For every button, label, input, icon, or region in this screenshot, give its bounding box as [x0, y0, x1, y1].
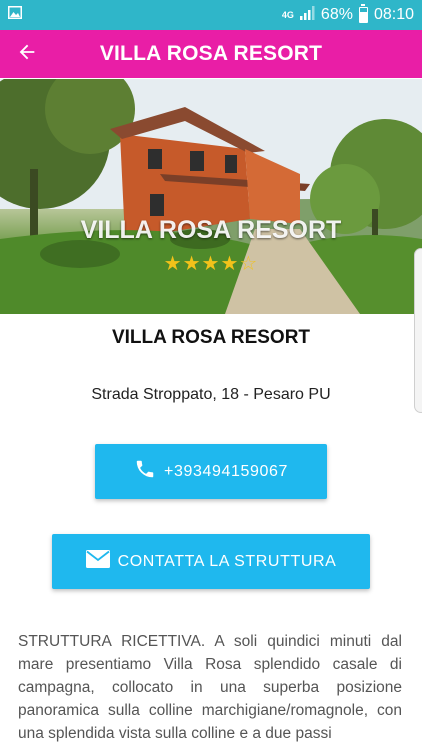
page-title: VILLA ROSA RESORT: [99, 42, 323, 65]
status-right: 4G 68% 08:10: [281, 4, 414, 25]
battery-percent: 68%: [320, 6, 353, 23]
hero-photo: [0, 79, 422, 314]
call-button[interactable]: +393494159067: [95, 444, 327, 499]
description-text: STRUTTURA RICETTIVA. A soli quindici min…: [18, 633, 402, 742]
phone-number: +393494159067: [164, 462, 288, 480]
network-type: 4G: [281, 9, 294, 20]
status-bar: 4G 68% 08:10: [0, 0, 422, 30]
contact-button[interactable]: CONTATTA LA STRUTTURA: [52, 534, 370, 589]
stars-empty: ☆: [239, 253, 259, 275]
envelope-icon: [85, 550, 110, 573]
image-icon: [8, 6, 22, 24]
app-bar: VILLA ROSA RESORT: [0, 30, 422, 78]
stars-filled: ★★★★: [163, 253, 240, 275]
hero-image: VILLA ROSA RESORT ★★★★☆: [0, 79, 422, 314]
signal-icon: [299, 5, 315, 25]
hotel-name: VILLA ROSA RESORT: [111, 327, 311, 348]
edge-panel-handle[interactable]: [414, 248, 422, 413]
battery-icon: [358, 4, 368, 23]
phone-icon: [134, 458, 156, 485]
hero-title: VILLA ROSA RESORT: [80, 216, 342, 244]
clock: 08:10: [373, 6, 414, 23]
contact-label: CONTATTA LA STRUTTURA: [117, 552, 337, 570]
hotel-address: Strada Stroppato, 18 - Pesaro PU: [91, 386, 331, 403]
back-button[interactable]: [0, 30, 54, 78]
status-left: [8, 6, 22, 24]
arrow-left-icon: [16, 41, 38, 68]
rating-stars: ★★★★☆: [0, 251, 422, 276]
